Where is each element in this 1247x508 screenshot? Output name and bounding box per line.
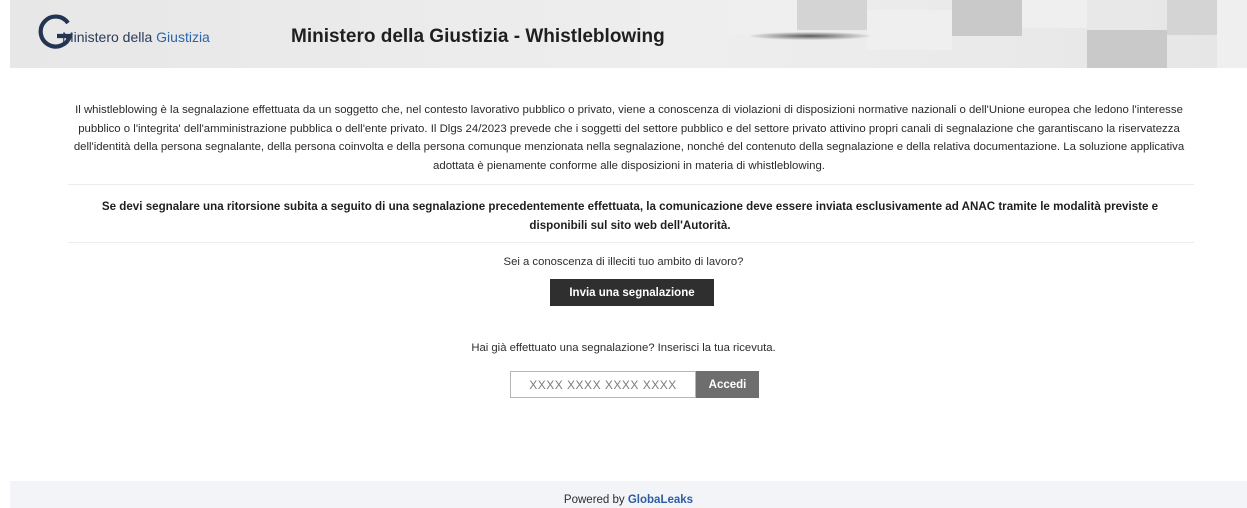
globaleaks-link[interactable]: GlobaLeaks — [628, 494, 693, 506]
page: Ministero della Giustizia Ministero dell… — [0, 0, 1247, 508]
receipt-input[interactable] — [510, 371, 696, 398]
header-swoosh — [750, 32, 870, 40]
report-question: Sei a conoscenza di illeciti tuo ambito … — [503, 256, 744, 268]
receipt-form: Accedi — [510, 371, 759, 398]
submit-report-button[interactable]: Invia una segnalazione — [550, 279, 714, 306]
site-logo[interactable]: Ministero della Giustizia — [38, 14, 248, 58]
intro-text: Il whistleblowing è la segnalazione effe… — [73, 104, 1185, 172]
receipt-question: Hai già effettuato una segnalazione? Ins… — [471, 342, 776, 354]
page-title: Ministero della Giustizia - Whistleblowi… — [291, 26, 665, 47]
access-button[interactable]: Accedi — [696, 371, 759, 398]
divider — [68, 184, 1194, 185]
retaliation-notice: Se devi segnalare una ritorsione subita … — [101, 200, 1159, 232]
site-header: Ministero della Giustizia Ministero dell… — [10, 0, 1247, 68]
powered-by-label: Powered by — [563, 494, 628, 506]
site-footer: Powered by GlobaLeaks — [10, 481, 1247, 508]
divider — [68, 242, 1194, 243]
logo-text: Ministero della Giustizia — [62, 29, 210, 45]
